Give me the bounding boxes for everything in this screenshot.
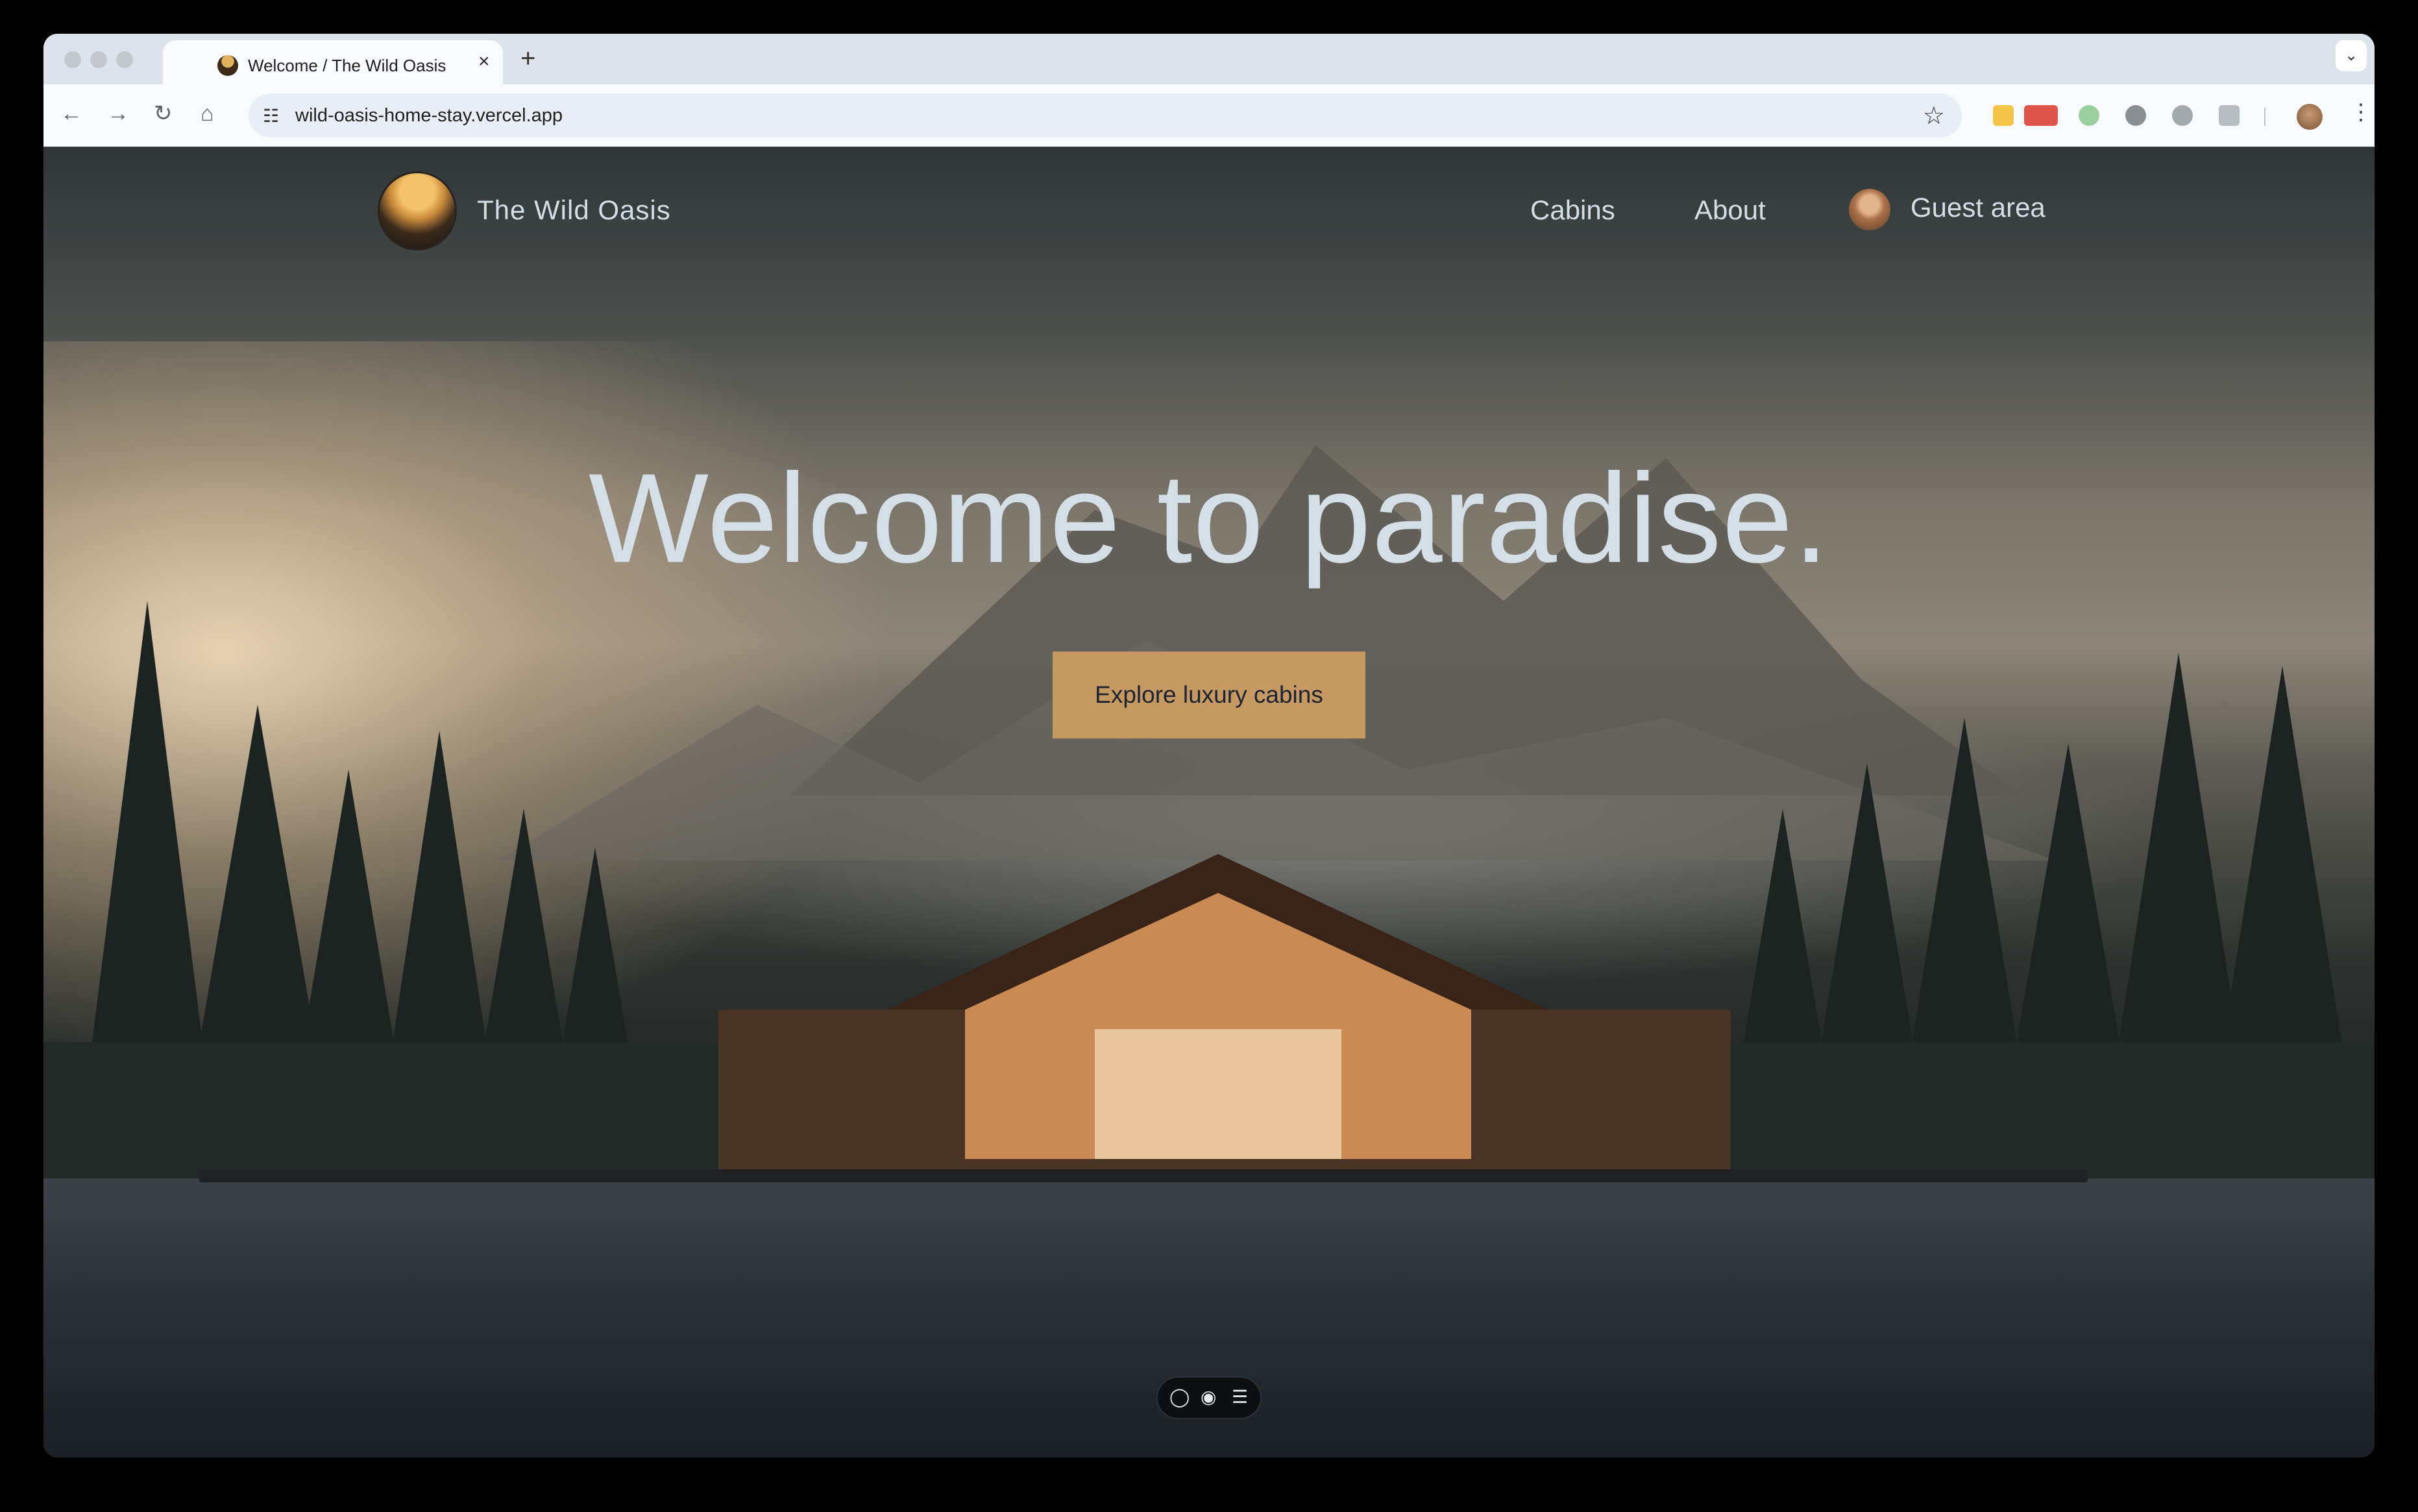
site-settings-icon[interactable]: ☷ [263,105,279,127]
url-text[interactable]: wild-oasis-home-stay.vercel.app [295,105,563,127]
list-icon[interactable]: ☰ [1232,1388,1248,1406]
extension-bug-icon[interactable] [2125,105,2146,126]
tab-search-icon[interactable]: ⌄ [2336,40,2367,71]
tab-title: Welcome / The Wild Oasis [248,56,446,75]
profile-avatar[interactable] [2297,104,2323,130]
guest-avatar[interactable] [1849,189,1890,230]
extension-notes-icon[interactable] [1993,105,2014,126]
home-icon[interactable]: ⌂ [201,103,214,125]
maximize-window-button[interactable] [116,51,133,68]
extension-green-icon[interactable] [2079,105,2099,126]
deck [199,1169,2088,1182]
site-header: The Wild Oasis Cabins About Guest area [43,147,2375,276]
toolbar-divider [2264,108,2265,126]
address-bar[interactable]: ☷ wild-oasis-home-stay.vercel.app ☆ [249,93,1962,138]
page-viewport: The Wild Oasis Cabins About Guest area W… [43,147,2375,1457]
new-tab-icon[interactable]: + [520,45,535,71]
extension-new-icon[interactable] [2024,105,2058,126]
tab-strip: Welcome / The Wild Oasis × + ⌄ [43,34,2375,87]
explore-cabins-button[interactable]: Explore luxury cabins [1053,652,1365,738]
extensions-puzzle-icon[interactable] [2219,105,2240,126]
minimize-window-button[interactable] [90,51,107,68]
nav-cabins[interactable]: Cabins [1530,195,1615,226]
browser-window: Welcome / The Wild Oasis × + ⌄ ← → ↻ ⌂ ☷… [43,34,2375,1457]
browser-menu-icon[interactable]: ⋮ [2350,101,2372,123]
reload-icon[interactable]: ↻ [154,103,173,125]
logo-icon[interactable] [378,171,457,250]
close-window-button[interactable] [64,51,81,68]
eye-icon[interactable]: ◉ [1201,1388,1216,1406]
active-tab[interactable]: Welcome / The Wild Oasis × [163,40,503,87]
nav-guest-area[interactable]: Guest area [1911,192,2046,223]
browser-toolbar: ← → ↻ ⌂ ☷ wild-oasis-home-stay.vercel.ap… [43,84,2375,147]
floating-toolbar: ◯ ◉ ☰ [1156,1376,1262,1419]
back-icon[interactable]: ← [60,103,82,125]
forward-icon[interactable]: → [107,103,129,125]
comment-icon[interactable]: ◯ [1169,1388,1190,1406]
extension-gray-icon[interactable] [2172,105,2193,126]
nav-about[interactable]: About [1694,195,1766,226]
brand-name[interactable]: The Wild Oasis [477,195,671,226]
close-tab-icon[interactable]: × [478,52,490,71]
bookmark-star-icon[interactable]: ☆ [1923,101,1945,130]
favicon-icon [217,55,238,76]
hero-title: Welcome to paradise. [589,447,1829,589]
